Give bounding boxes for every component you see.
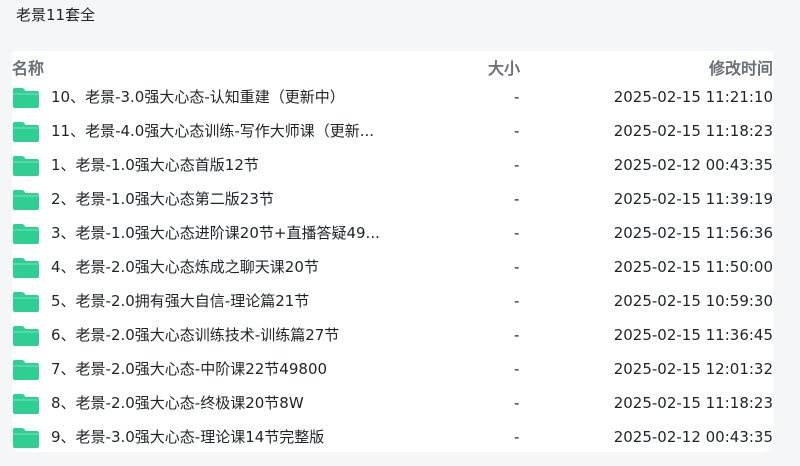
- list-item[interactable]: 8、老景-2.0强大心态-终极课20节8W - 2025-02-15 11:18:2…: [12, 386, 773, 420]
- file-name[interactable]: 8、老景-2.0强大心态-终极课20节8W: [51, 393, 401, 413]
- file-name[interactable]: 6、老景-2.0强大心态训练技术-训练篇27节: [51, 325, 401, 345]
- modified-time: 2025-02-15 11:21:10: [613, 88, 773, 106]
- file-size: -: [514, 394, 520, 412]
- folder-icon: [12, 87, 40, 109]
- modified-time: 2025-02-15 11:18:23: [613, 394, 773, 412]
- column-header-size[interactable]: 大小: [488, 55, 520, 79]
- modified-time: 2025-02-15 11:36:45: [613, 326, 773, 344]
- folder-icon: [12, 393, 40, 415]
- folder-icon: [12, 291, 40, 313]
- file-name[interactable]: 3、老景-1.0强大心态进阶课20节+直播答疑49...: [51, 223, 401, 243]
- modified-time: 2025-02-12 00:43:35: [613, 156, 773, 174]
- list-item[interactable]: 7、老景-2.0强大心态-中阶课22节49800 - 2025-02-15 12:0…: [12, 352, 773, 386]
- column-header-name[interactable]: 名称: [12, 55, 44, 79]
- column-header-time[interactable]: 修改时间: [709, 55, 773, 79]
- list-item[interactable]: 11、老景-4.0强大心态训练-写作大师课（更新... - 2025-02-15 1…: [12, 114, 773, 148]
- file-size: -: [514, 224, 520, 242]
- file-size: -: [514, 428, 520, 446]
- file-size: -: [514, 292, 520, 310]
- folder-icon: [12, 257, 40, 279]
- file-size: -: [514, 360, 520, 378]
- modified-time: 2025-02-15 11:18:23: [613, 122, 773, 140]
- file-list: 10、老景-3.0强大心态-认知重建（更新中） - 2025-02-15 11:21…: [12, 80, 773, 454]
- file-name[interactable]: 2、老景-1.0强大心态第二版23节: [51, 189, 401, 209]
- list-item[interactable]: 1、老景-1.0强大心态首版12节 - 2025-02-12 00:43:35: [12, 148, 773, 182]
- folder-icon: [12, 189, 40, 211]
- modified-time: 2025-02-15 11:50:00: [613, 258, 773, 276]
- list-item[interactable]: 6、老景-2.0强大心态训练技术-训练篇27节 - 2025-02-15 11:36…: [12, 318, 773, 352]
- file-size: -: [514, 122, 520, 140]
- list-item[interactable]: 3、老景-1.0强大心态进阶课20节+直播答疑49... - 2025-02-15 …: [12, 216, 773, 250]
- file-name[interactable]: 4、老景-2.0强大心态炼成之聊天课20节: [51, 257, 401, 277]
- file-name[interactable]: 7、老景-2.0强大心态-中阶课22节49800: [51, 359, 401, 379]
- folder-icon: [12, 359, 40, 381]
- file-size: -: [514, 258, 520, 276]
- folder-icon: [12, 223, 40, 245]
- list-item[interactable]: 10、老景-3.0强大心态-认知重建（更新中） - 2025-02-15 11:21…: [12, 80, 773, 114]
- folder-icon: [12, 121, 40, 143]
- file-list-panel: 名称 大小 修改时间 10、老景-3.0强大心态-认知重建（更新中） - 2025-…: [12, 51, 773, 452]
- list-item[interactable]: 2、老景-1.0强大心态第二版23节 - 2025-02-15 11:39:19: [12, 182, 773, 216]
- folder-icon: [12, 155, 40, 177]
- file-list-header: 名称 大小 修改时间: [12, 51, 773, 79]
- file-name[interactable]: 5、老景-2.0拥有强大自信-理论篇21节: [51, 291, 401, 311]
- folder-icon: [12, 427, 40, 449]
- file-size: -: [514, 156, 520, 174]
- file-name[interactable]: 9、老景-3.0强大心态-理论课14节完整版: [51, 427, 401, 447]
- modified-time: 2025-02-15 10:59:30: [613, 292, 773, 310]
- modified-time: 2025-02-15 11:39:19: [613, 190, 773, 208]
- folder-icon: [12, 325, 40, 347]
- list-item[interactable]: 5、老景-2.0拥有强大自信-理论篇21节 - 2025-02-15 10:59:3…: [12, 284, 773, 318]
- file-size: -: [514, 88, 520, 106]
- modified-time: 2025-02-12 00:43:35: [613, 428, 773, 446]
- file-name[interactable]: 1、老景-1.0强大心态首版12节: [51, 155, 401, 175]
- list-item[interactable]: 4、老景-2.0强大心态炼成之聊天课20节 - 2025-02-15 11:50:0…: [12, 250, 773, 284]
- file-name[interactable]: 11、老景-4.0强大心态训练-写作大师课（更新...: [51, 121, 401, 141]
- file-size: -: [514, 190, 520, 208]
- modified-time: 2025-02-15 12:01:32: [613, 360, 773, 378]
- list-item[interactable]: 9、老景-3.0强大心态-理论课14节完整版 - 2025-02-12 00:43:…: [12, 420, 773, 454]
- folder-title: 老景11套全: [16, 6, 96, 24]
- file-size: -: [514, 326, 520, 344]
- file-name[interactable]: 10、老景-3.0强大心态-认知重建（更新中）: [51, 87, 401, 107]
- modified-time: 2025-02-15 11:56:36: [613, 224, 773, 242]
- file-browser-page: 老景11套全 名称 大小 修改时间 10、老景-3.0强大心态-认知重建（更新中…: [0, 0, 800, 466]
